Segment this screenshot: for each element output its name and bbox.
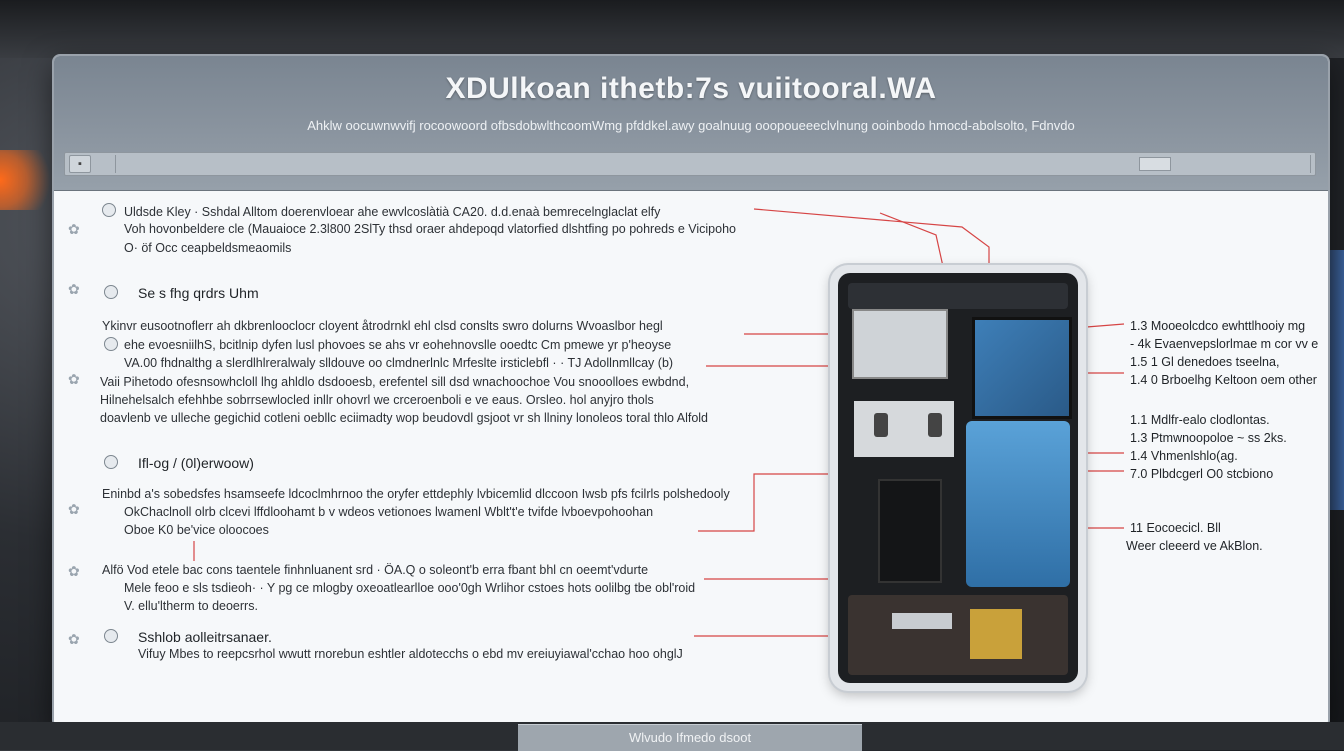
camera-module (852, 309, 948, 379)
leader-lines (193, 208, 1125, 637)
status-label: Wlvudo Ifmedo dsoot (518, 724, 862, 751)
display-connector-panel (972, 317, 1072, 419)
background-top (0, 0, 1344, 58)
toolbar-divider (115, 155, 116, 173)
phone-teardown-image (830, 265, 1086, 691)
title-bar: XDUlkoan ithetb:7s vuiitooral.WA Ahklw o… (54, 56, 1328, 191)
leader-line (879, 212, 945, 272)
background-orange-glow (0, 150, 60, 210)
frame-cutout (878, 479, 942, 583)
window-subtitle: Ahklw oocuwnwvifj rocoowoord ofbsdobwlth… (307, 118, 1075, 133)
window-title: XDUlkoan ithetb:7s vuiitooral.WA (445, 72, 937, 105)
chip (874, 413, 888, 437)
phone-internals (838, 273, 1078, 683)
charging-module (970, 609, 1022, 659)
content-area: Uldsde Kley · Sshdal Alltom doerenvloear… (54, 191, 1328, 726)
battery (966, 421, 1070, 587)
toolbar-divider-end (1310, 155, 1311, 173)
leader-line (698, 473, 830, 532)
bottom-board (848, 595, 1068, 675)
toolbar: ▪ (64, 152, 1316, 176)
chip (928, 413, 942, 437)
menu-icon[interactable]: ▪ (69, 155, 91, 173)
main-window: XDUlkoan ithetb:7s vuiitooral.WA Ahklw o… (54, 56, 1328, 726)
toolbar-field[interactable] (1139, 157, 1171, 171)
connector (892, 613, 952, 629)
top-board (848, 283, 1068, 309)
